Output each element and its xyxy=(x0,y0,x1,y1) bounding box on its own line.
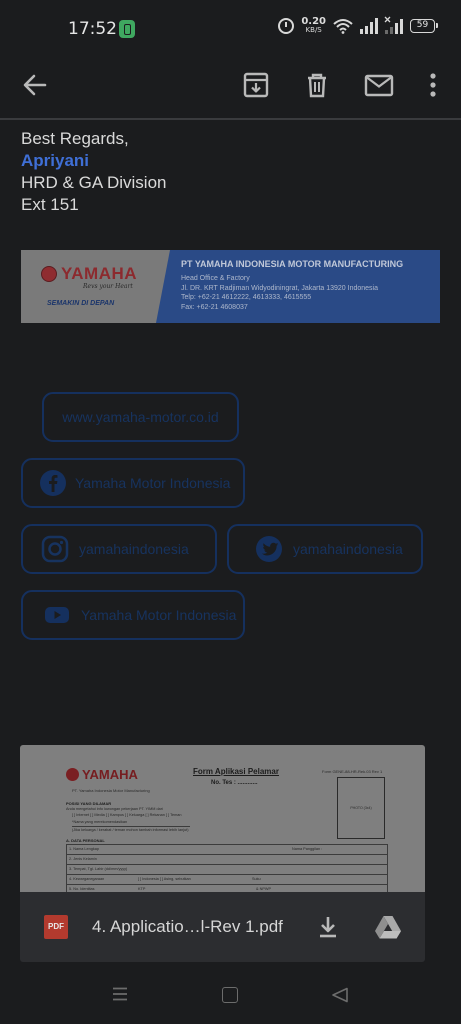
form-citizen-options: [ ] Indonesia [ ] Asing, sebutkan xyxy=(138,877,191,881)
website-link[interactable]: www.yamaha-motor.co.id xyxy=(42,392,239,442)
yamaha-logo: YAMAHA xyxy=(41,264,137,284)
youtube-link-label: Yamaha Motor Indonesia xyxy=(81,607,237,623)
form-info-options: [ ] Internet [ ] Media [ ] Kampus [ ] Ke… xyxy=(72,813,182,817)
pdf-file-icon: PDF xyxy=(44,915,68,939)
signal-icon xyxy=(360,18,378,34)
banner-telp: Telp: +62-21 4612222, 4613333, 4615555 xyxy=(181,294,312,301)
download-icon[interactable] xyxy=(316,914,340,940)
instagram-link-label: yamahaindonesia xyxy=(79,541,189,557)
signature-closing: Best Regards, xyxy=(21,129,129,148)
form-code: Form GENE-88-HR-Rek.03 Rev 1 xyxy=(322,769,383,774)
banner-address: Jl. DR. KRT Radjiman Widyodiningrat, Jak… xyxy=(181,284,379,292)
facebook-link-label: Yamaha Motor Indonesia xyxy=(75,475,231,491)
form-row: 2. Jenis Kelamin xyxy=(69,857,97,861)
form-section-personal: A. DATA PERSONAL xyxy=(66,838,105,843)
form-yamaha-logo: YAMAHA xyxy=(66,767,138,782)
banner-slogan: SEMAKIN DI DEPAN xyxy=(47,300,115,307)
google-drive-icon[interactable] xyxy=(374,914,402,940)
more-vertical-icon[interactable] xyxy=(416,68,450,102)
facebook-link[interactable]: Yamaha Motor Indonesia xyxy=(21,458,245,508)
no-signal-x-icon xyxy=(384,16,391,23)
form-row: 5. No. Identitas xyxy=(69,887,95,891)
facebook-icon xyxy=(40,470,66,496)
twitter-link[interactable]: yamahaindonesia xyxy=(227,524,423,574)
signature-name: Apriyani xyxy=(21,151,90,170)
signature-ext: Ext 151 xyxy=(21,195,79,214)
archive-icon[interactable] xyxy=(239,68,273,102)
form-referrer: *Nama yang merekomendasikan xyxy=(72,820,128,824)
instagram-icon xyxy=(41,535,69,563)
banner-brand: YAMAHA xyxy=(61,264,138,283)
form-table-top xyxy=(66,844,388,845)
notification-app-icon xyxy=(119,20,135,38)
form-test-number: No. Tes : ............ xyxy=(211,780,258,786)
app-bar-divider xyxy=(0,118,461,120)
form-row: 1. Nama Lengkap xyxy=(69,847,99,851)
signature-department: HRD & GA Division xyxy=(21,173,167,192)
form-row-line xyxy=(66,864,388,865)
battery-icon: 59 xyxy=(410,19,438,33)
form-info-line: Anda mengetahui info lowongan pekerjaan … xyxy=(66,807,163,811)
recent-apps-icon[interactable] xyxy=(112,987,128,1001)
nav-back-icon[interactable] xyxy=(331,987,349,1003)
form-row-line xyxy=(66,884,388,885)
tuning-fork-logo-icon xyxy=(41,266,57,282)
youtube-link[interactable]: Yamaha Motor Indonesia xyxy=(21,590,245,640)
form-row-line xyxy=(66,874,388,875)
instagram-link[interactable]: yamahaindonesia xyxy=(21,524,217,574)
signal-2-icon xyxy=(384,16,403,34)
form-logo-mark-icon xyxy=(66,768,79,781)
system-nav-bar xyxy=(0,965,461,1024)
form-row: 4. Kewarganegaraan xyxy=(69,877,105,881)
banner-fax: Fax: +62-21 4608037 xyxy=(181,303,248,311)
youtube-icon xyxy=(45,607,69,623)
form-ktp: KTP xyxy=(138,887,146,891)
form-fill-note: (Jika keluarga / kerabat / teman mohon t… xyxy=(72,828,189,832)
wifi-icon xyxy=(333,19,353,34)
form-row: 3. Tempat, Tgl. Lahir (dd/mm/yyyy) xyxy=(69,867,128,871)
company-banner: YAMAHA Revs your Heart SEMAKIN DI DEPAN … xyxy=(21,250,440,323)
twitter-icon xyxy=(256,536,282,562)
form-npwp: & NPWP xyxy=(256,887,271,891)
form-nickname: Nama Panggilan : xyxy=(292,847,323,851)
status-time: 17:52 xyxy=(68,19,117,39)
app-bar xyxy=(0,58,461,114)
form-photo-label: PHOTO (3x4) xyxy=(350,806,372,810)
back-arrow-icon[interactable] xyxy=(18,68,52,102)
banner-tagline: Revs your Heart xyxy=(83,283,133,290)
banner-contact-info: Head Office & Factory Jl. DR. KRT Radjim… xyxy=(181,274,378,312)
twitter-link-label: yamahaindonesia xyxy=(293,541,403,557)
attachment-preview[interactable]: YAMAHA PT. Yamaha Indonesia Motor Manufa… xyxy=(20,745,425,892)
banner-office: Head Office & Factory xyxy=(181,275,250,282)
attachment-bar[interactable]: PDF 4. Applicatio…l-Rev 1.pdf xyxy=(20,892,425,962)
network-speed: 0.20 KB/S xyxy=(301,17,326,35)
website-link-label: www.yamaha-motor.co.id xyxy=(62,409,219,425)
status-icons: 0.20 KB/S 59 xyxy=(278,16,438,35)
mail-icon[interactable] xyxy=(362,68,396,102)
network-speed-unit: KB/S xyxy=(305,26,322,34)
form-section-position: POSISI YANG DILAMAR xyxy=(66,801,112,806)
form-company: PT. Yamaha Indonesia Motor Manufacturing xyxy=(72,788,150,793)
email-signature: Best Regards, Apriyani HRD & GA Division… xyxy=(21,128,166,216)
alarm-icon xyxy=(278,18,295,34)
delete-icon[interactable] xyxy=(300,68,334,102)
status-bar: 17:52 0.20 KB/S 59 xyxy=(0,0,461,58)
form-title: Form Aplikasi Pelamar xyxy=(193,767,279,776)
form-row-line xyxy=(66,854,388,855)
form-brand: YAMAHA xyxy=(82,767,138,782)
banner-company: PT YAMAHA INDONESIA MOTOR MANUFACTURING xyxy=(181,259,404,269)
attachment-file-name[interactable]: 4. Applicatio…l-Rev 1.pdf xyxy=(92,917,283,937)
form-photo-box: PHOTO (3x4) xyxy=(337,777,385,839)
form-ethnic: Suku xyxy=(252,877,261,881)
form-underline xyxy=(72,826,190,827)
home-icon[interactable] xyxy=(222,987,238,1003)
